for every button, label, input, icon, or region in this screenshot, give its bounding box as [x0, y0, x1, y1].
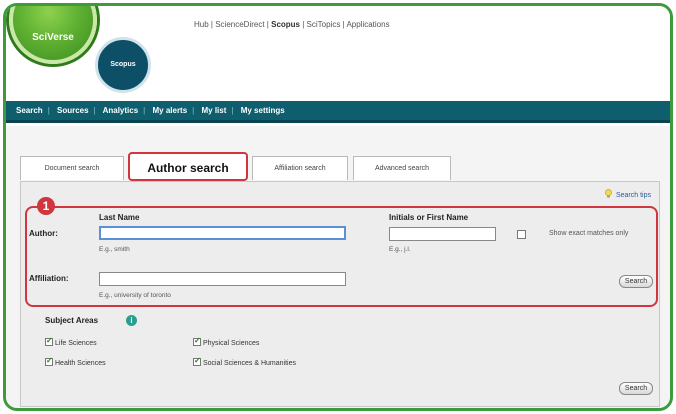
top-link-sciencedirect[interactable]: ScienceDirect [215, 20, 264, 29]
initials-hint: E.g., j.l. [389, 246, 411, 253]
social-sciences-label: Social Sciences & Humanities [203, 360, 296, 367]
health-sciences-label: Health Sciences [55, 360, 106, 367]
last-name-label: Last Name [99, 213, 140, 222]
info-icon[interactable]: i [126, 315, 137, 326]
affiliation-label: Affiliation: [29, 274, 69, 283]
tab-affiliation-search[interactable]: Affiliation search [252, 156, 348, 180]
nav-my-settings[interactable]: My settings [241, 106, 285, 115]
top-link-hub[interactable]: Hub [194, 20, 209, 29]
subject-physical-sciences[interactable]: Physical Sciences [193, 336, 260, 347]
top-link-scopus[interactable]: Scopus [271, 20, 300, 29]
author-search-button[interactable]: Search [619, 275, 653, 288]
search-tips-link[interactable]: Search tips [604, 189, 651, 199]
subject-social-sciences[interactable]: Social Sciences & Humanities [193, 356, 296, 367]
nav-my-list[interactable]: My list [201, 106, 226, 115]
step-badge: 1 [37, 197, 55, 215]
subject-health-sciences[interactable]: Health Sciences [45, 356, 106, 367]
last-name-input[interactable] [99, 226, 346, 240]
top-link-scitopics[interactable]: SciTopics [307, 20, 341, 29]
top-link-applications[interactable]: Applications [346, 20, 389, 29]
author-search-panel: Search tips 1 Last Name Author: E.g., sm… [20, 181, 660, 407]
subject-life-sciences[interactable]: Life Sciences [45, 336, 97, 347]
initials-input[interactable] [389, 227, 496, 241]
scopus-logo-text: Scopus [110, 61, 136, 68]
subject-areas-title: Subject Areas [45, 316, 99, 325]
life-sciences-checkbox[interactable] [45, 336, 53, 346]
exact-match-checkbox[interactable] [517, 230, 526, 239]
nav-my-alerts[interactable]: My alerts [152, 106, 187, 115]
nav-analytics[interactable]: Analytics [103, 106, 139, 115]
sciverse-logo[interactable]: SciVerse [9, 6, 97, 64]
tab-document-search[interactable]: Document search [20, 156, 124, 180]
health-sciences-checkbox[interactable] [45, 356, 53, 366]
main-nav: Search | Sources | Analytics | My alerts | M… [6, 101, 670, 123]
author-label: Author: [29, 229, 58, 238]
app-frame: SciVerse Scopus Hub | ScienceDirect | Sc… [3, 3, 673, 411]
physical-sciences-checkbox[interactable] [193, 336, 201, 346]
tab-advanced-search[interactable]: Advanced search [353, 156, 451, 180]
subject-search-button[interactable]: Search [619, 382, 653, 395]
affiliation-hint: E.g., university of toronto [99, 292, 171, 299]
initials-label: Initials or First Name [389, 213, 469, 222]
life-sciences-label: Life Sciences [55, 340, 97, 347]
search-tips-label: Search tips [615, 192, 651, 199]
exact-match-label: Show exact matches only [549, 230, 629, 237]
nav-search[interactable]: Search [16, 106, 43, 115]
top-links: Hub | ScienceDirect | Scopus | SciTopics… [194, 20, 390, 29]
physical-sciences-label: Physical Sciences [203, 340, 260, 347]
lightbulb-icon [605, 189, 612, 198]
sciverse-logo-text: SciVerse [32, 32, 74, 43]
header: SciVerse Scopus Hub | ScienceDirect | Sc… [6, 6, 670, 98]
social-sciences-checkbox[interactable] [193, 356, 201, 366]
last-name-hint: E.g., smith [99, 246, 130, 253]
nav-sources[interactable]: Sources [57, 106, 89, 115]
affiliation-input[interactable] [99, 272, 346, 286]
scopus-logo[interactable]: Scopus [95, 37, 151, 93]
tab-author-search[interactable]: Author search [128, 152, 248, 181]
